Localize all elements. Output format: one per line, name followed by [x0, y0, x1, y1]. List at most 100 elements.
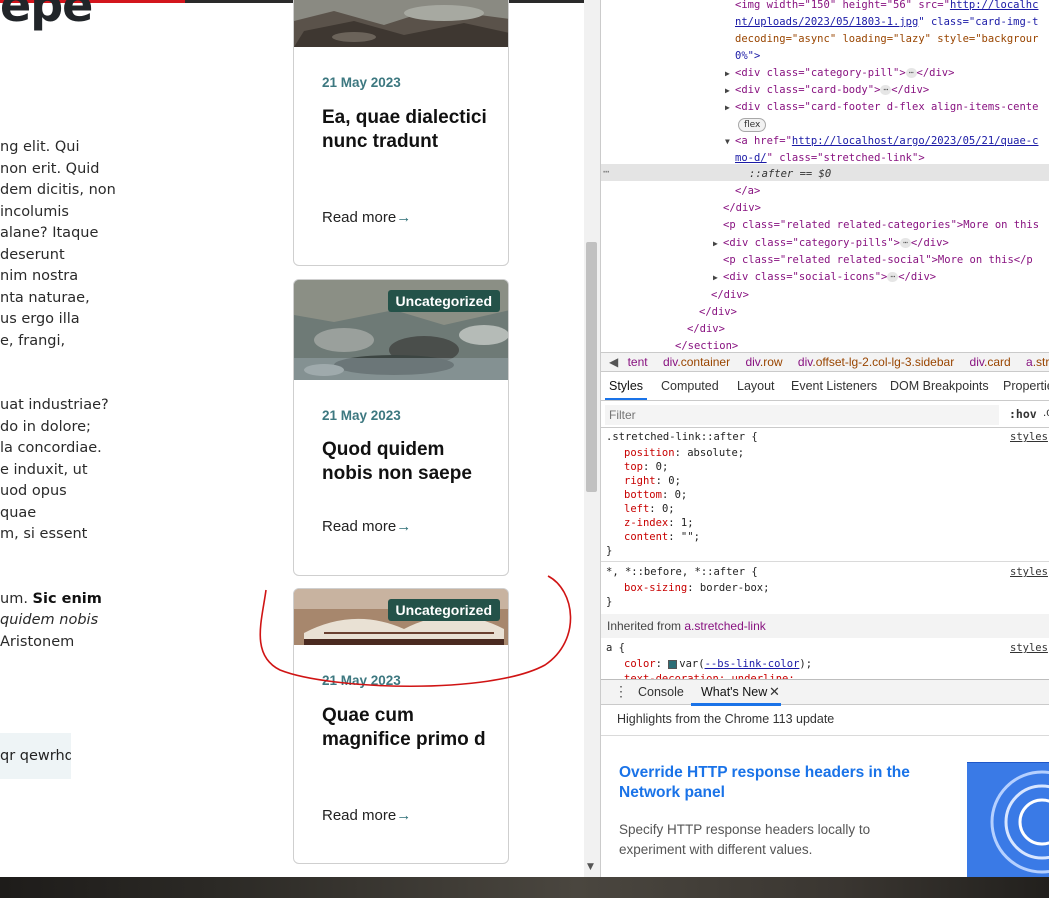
- article-italic-text: quidem nobis: [0, 612, 99, 628]
- whats-new-article-link[interactable]: Override HTTP response headers in the Ne…: [619, 763, 949, 803]
- css-rule-selector[interactable]: a {: [606, 641, 625, 655]
- breadcrumb-item[interactable]: div.container: [663, 355, 730, 369]
- dom-node-related-social[interactable]: <p class="related related-social">More o…: [723, 252, 1033, 269]
- row-options-icon[interactable]: ⋯: [603, 164, 609, 181]
- post-card[interactable]: Uncategorized 21 May 2023 Quae cum magni…: [293, 588, 509, 864]
- color-swatch-icon[interactable]: [668, 659, 678, 669]
- css-declaration[interactable]: position: absolute;: [624, 446, 744, 460]
- flex-badge[interactable]: flex: [738, 118, 767, 132]
- dom-node-close-div[interactable]: </div>: [699, 304, 737, 321]
- category-pill[interactable]: Uncategorized: [387, 599, 500, 621]
- css-declaration[interactable]: color: var(--bs-link-color);: [624, 657, 812, 671]
- dom-node-social-icons[interactable]: ▶ <div class="social-icons"> ⋯ </div>: [713, 269, 936, 286]
- whats-new-thumbnail[interactable]: [967, 762, 1049, 877]
- tab-layout[interactable]: Layout: [737, 379, 775, 393]
- read-more-link[interactable]: Read more→: [322, 807, 411, 824]
- breadcrumb-item[interactable]: div.row: [745, 355, 782, 369]
- dom-node-category-pill[interactable]: ▶ <div class="category-pill"> ⋯ </div>: [725, 65, 954, 82]
- dom-node-after-pseudo[interactable]: ::after == $0: [749, 166, 831, 183]
- dom-node-img[interactable]: <img width="150" height="56" src="http:/…: [735, 0, 1038, 14]
- expand-triangle-icon[interactable]: ▶: [725, 65, 735, 82]
- dom-node-img-cont[interactable]: nt/uploads/2023/05/1803-1.jpg" class="ca…: [735, 14, 1038, 31]
- css-declaration[interactable]: box-sizing: border-box;: [624, 581, 769, 595]
- expand-triangle-icon[interactable]: ▶: [713, 235, 723, 252]
- ellipsis-icon[interactable]: ⋯: [880, 85, 892, 95]
- breadcrumb-tag: div: [797, 355, 813, 369]
- css-declaration[interactable]: bottom: 0;: [624, 488, 687, 502]
- page-title: epe: [0, 0, 93, 32]
- css-declaration[interactable]: right: 0;: [624, 474, 681, 488]
- drawer-menu-icon[interactable]: ⋮: [614, 683, 628, 700]
- css-rule-source-link[interactable]: styles: [1010, 565, 1048, 579]
- hov-toggle-button[interactable]: :hov: [1009, 407, 1037, 421]
- collapse-triangle-icon[interactable]: ▼: [725, 133, 735, 150]
- dom-node-card-footer[interactable]: ▶ <div class="card-footer d-flex align-it…: [725, 99, 1038, 116]
- css-declaration[interactable]: left: 0;: [624, 502, 675, 516]
- css-rule-close: }: [606, 596, 613, 608]
- css-rule-selector[interactable]: *, *::before, *::after {: [606, 565, 758, 579]
- inherited-from-link[interactable]: a.stretched-link: [684, 619, 765, 633]
- expand-triangle-icon[interactable]: ▶: [725, 99, 735, 116]
- devtools-panel: <img width="150" height="56" src="http:/…: [600, 0, 1049, 877]
- css-declaration[interactable]: z-index: 1;: [624, 516, 694, 530]
- read-more-link[interactable]: Read more→: [322, 518, 411, 535]
- dom-node-card-body[interactable]: ▶ <div class="card-body"> ⋯ </div>: [725, 82, 929, 99]
- post-card[interactable]: 21 May 2023 Ea, quae dialectici nunc tra…: [293, 0, 509, 266]
- article-line: m, si essent: [0, 526, 88, 542]
- dom-link[interactable]: http://localhost/argo/2023/05/21/quae-c: [792, 135, 1039, 147]
- dom-node-category-pills[interactable]: ▶ <div class="category-pills"> ⋯ </div>: [713, 235, 949, 252]
- dom-node-related-categories[interactable]: <p class="related related-categories">Mo…: [723, 217, 1039, 234]
- post-card[interactable]: Uncategorized 21 May 2023 Quod quidem no…: [293, 279, 509, 576]
- css-prop-value: 0;: [661, 503, 675, 515]
- breadcrumb-item[interactable]: div.offset-lg-2.col-lg-3.sidebar: [798, 355, 954, 369]
- css-rule-source-link[interactable]: styles: [1010, 641, 1048, 655]
- css-declaration[interactable]: top: 0;: [624, 460, 668, 474]
- css-prop-value: 0;: [655, 461, 669, 473]
- tab-properties[interactable]: Properties: [1003, 379, 1049, 393]
- dom-node-stretched-link-cont[interactable]: mo-d/" class="stretched-link">: [735, 150, 925, 167]
- article-line: quidem nobis: [0, 610, 120, 632]
- css-rule-source-link[interactable]: styles: [1010, 430, 1048, 444]
- dom-node-close-div[interactable]: </div>: [723, 200, 761, 217]
- dom-node-stretched-link[interactable]: ▼ <a href="http://localhost/argo/2023/05/…: [725, 133, 1038, 150]
- dom-node-img-cont[interactable]: 0%">: [735, 48, 760, 65]
- dom-node-close-div[interactable]: </div>: [711, 287, 749, 304]
- tab-computed[interactable]: Computed: [661, 379, 719, 393]
- styles-filter-input[interactable]: [605, 405, 999, 425]
- scroll-down-arrow-icon[interactable]: ▼: [587, 862, 594, 872]
- dom-node-close-a[interactable]: </a>: [735, 183, 760, 200]
- card-title[interactable]: Ea, quae dialectici nunc tradunt: [322, 106, 492, 154]
- dom-node-close-div[interactable]: </div>: [687, 321, 725, 338]
- dom-link[interactable]: http://localhc: [950, 0, 1039, 11]
- page-scrollbar-thumb[interactable]: [586, 242, 597, 492]
- card-title[interactable]: Quod quidem nobis non saepe: [322, 438, 492, 486]
- breadcrumb-item[interactable]: div.card: [970, 355, 1011, 369]
- cls-toggle-button[interactable]: .c: [1043, 407, 1049, 419]
- ellipsis-icon[interactable]: ⋯: [900, 238, 911, 248]
- tab-styles[interactable]: Styles: [609, 379, 643, 393]
- tab-event-listeners[interactable]: Event Listeners: [791, 379, 877, 393]
- dom-node-img-cont[interactable]: decoding="async" loading="lazy" style="b…: [735, 31, 1038, 48]
- expand-triangle-icon[interactable]: ▶: [713, 269, 723, 286]
- breadcrumb-item[interactable]: a.stre: [1026, 355, 1049, 369]
- read-more-link[interactable]: Read more→: [322, 209, 411, 226]
- expand-triangle-icon[interactable]: ▶: [725, 82, 735, 99]
- category-pill[interactable]: Uncategorized: [387, 290, 500, 312]
- tab-whats-new[interactable]: What's New: [701, 685, 767, 699]
- ellipsis-icon[interactable]: ⋯: [887, 272, 899, 282]
- breadcrumb-class: .row: [759, 355, 783, 369]
- ellipsis-icon[interactable]: ⋯: [905, 68, 917, 78]
- css-var-link[interactable]: --bs-link-color: [705, 658, 800, 670]
- card-title[interactable]: Quae cum magnifice primo d: [322, 704, 492, 752]
- dom-link[interactable]: mo-d/: [735, 152, 767, 164]
- dom-link[interactable]: nt/uploads/2023/05/1803-1.jpg: [735, 16, 918, 28]
- css-declaration[interactable]: content: "";: [624, 530, 700, 544]
- breadcrumb-item[interactable]: tent: [628, 355, 648, 369]
- close-icon[interactable]: ✕: [769, 684, 780, 700]
- css-rule-selector[interactable]: .stretched-link::after {: [606, 430, 758, 444]
- breadcrumb-left-arrow-icon[interactable]: ◀: [601, 355, 618, 369]
- tab-console[interactable]: Console: [638, 685, 684, 699]
- dom-node-close-section[interactable]: </section>: [675, 338, 738, 352]
- tag-chip[interactable]: qr qewrhq: [0, 733, 71, 779]
- tab-dom-breakpoints[interactable]: DOM Breakpoints: [890, 379, 989, 393]
